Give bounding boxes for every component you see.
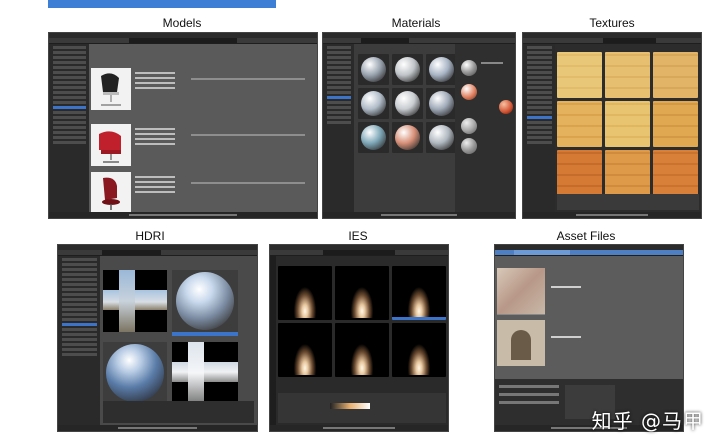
caption-hdri: HDRI [135, 229, 165, 243]
list-item[interactable] [91, 124, 315, 168]
status-bar [323, 212, 515, 218]
wood-texture-icon[interactable] [557, 150, 603, 196]
asset-files-screenshot[interactable] [494, 244, 684, 432]
wood-texture-icon[interactable] [605, 101, 651, 147]
hdri-grid[interactable] [99, 256, 257, 425]
ies-screenshot[interactable] [269, 244, 449, 432]
ies-light-icon[interactable] [392, 266, 446, 320]
status-bar [49, 212, 317, 218]
hdri-cross-thumbnail[interactable] [171, 342, 238, 404]
material-ball-icon[interactable] [357, 88, 389, 119]
wood-texture-icon[interactable] [605, 150, 651, 196]
material-grid[interactable] [353, 44, 456, 212]
material-ball-icon[interactable] [425, 88, 456, 119]
material-ball-icon[interactable] [391, 88, 423, 119]
ies-light-icon[interactable] [335, 323, 389, 377]
tab-bar[interactable] [495, 250, 683, 255]
textures-screenshot[interactable] [522, 32, 702, 219]
folder-tree[interactable] [523, 44, 556, 212]
models-screenshot[interactable] [48, 32, 318, 219]
tab-bar[interactable] [49, 38, 317, 43]
ies-light-icon[interactable] [278, 266, 332, 320]
architecture-photo-icon[interactable] [497, 320, 545, 366]
material-ball-icon[interactable] [425, 54, 456, 85]
caption-materials: Materials [391, 16, 441, 30]
materials-screenshot[interactable] [322, 32, 516, 219]
ies-grid[interactable] [276, 256, 448, 425]
caption-ies: IES [348, 229, 368, 243]
folder-tree[interactable] [58, 256, 100, 425]
ies-light-icon[interactable] [278, 323, 332, 377]
material-preview-panel[interactable] [455, 44, 515, 212]
chrome-ball-icon[interactable] [171, 270, 238, 336]
material-ball-icon [461, 118, 478, 134]
ies-light-icon[interactable] [335, 266, 389, 320]
material-ball-icon[interactable] [357, 122, 389, 153]
hdri-cross-thumbnail[interactable] [102, 270, 167, 332]
top-accent-bar [48, 0, 276, 8]
asset-file-list[interactable] [495, 256, 683, 379]
material-ball-icon [461, 60, 478, 76]
wood-texture-icon[interactable] [653, 101, 699, 147]
watermark: 知乎 @马甲 [591, 409, 704, 433]
tab-bar[interactable] [323, 38, 515, 43]
caption-asset-files: Asset Files [556, 229, 616, 243]
material-ball-icon[interactable] [425, 122, 456, 153]
material-ball-icon[interactable] [391, 122, 423, 153]
material-ball-icon [461, 138, 478, 154]
status-bar [270, 425, 448, 431]
tab-bar[interactable] [58, 250, 257, 255]
texture-grid[interactable] [555, 44, 701, 212]
material-ball-icon [499, 100, 513, 114]
material-ball-icon[interactable] [357, 54, 389, 85]
wood-texture-icon[interactable] [605, 52, 651, 98]
chrome-ball-icon[interactable] [102, 342, 167, 404]
wood-texture-icon[interactable] [557, 101, 603, 147]
wood-texture-icon[interactable] [653, 52, 699, 98]
chair-icon [91, 68, 132, 110]
material-ball-icon [461, 84, 478, 100]
wood-texture-icon[interactable] [653, 150, 699, 196]
folder-tree[interactable] [49, 44, 90, 212]
list-item[interactable] [91, 68, 315, 112]
model-list[interactable] [89, 44, 317, 212]
hdri-screenshot[interactable] [57, 244, 258, 432]
caption-textures: Textures [589, 16, 635, 30]
wood-texture-icon[interactable] [557, 52, 603, 98]
caption-models: Models [162, 16, 202, 30]
folder-tree[interactable] [323, 44, 354, 212]
tab-bar[interactable] [270, 250, 448, 255]
chair-icon [91, 172, 132, 212]
list-item[interactable] [91, 172, 315, 212]
status-bar [58, 425, 257, 431]
architecture-photo-icon[interactable] [497, 268, 545, 315]
material-ball-icon[interactable] [391, 54, 423, 85]
chair-icon [91, 124, 132, 166]
ies-light-icon[interactable] [392, 323, 446, 377]
status-bar [523, 212, 701, 218]
tab-bar[interactable] [523, 38, 701, 43]
